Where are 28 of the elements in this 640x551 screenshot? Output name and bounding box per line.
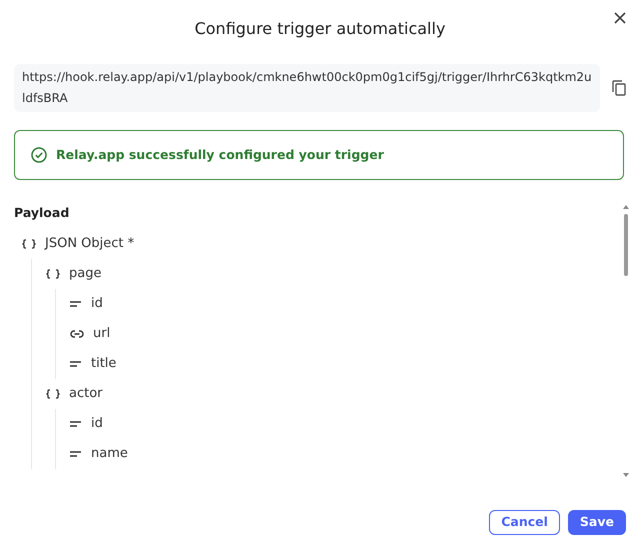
field-label[interactable]: page: [69, 264, 102, 284]
close-icon[interactable]: [612, 10, 628, 26]
field-label[interactable]: id: [91, 414, 103, 434]
field-label[interactable]: title: [91, 354, 116, 374]
field-label[interactable]: url: [93, 324, 110, 344]
field-label[interactable]: JSON Object *: [45, 234, 134, 254]
alert-message: Relay.app successfully configured your trigger: [56, 146, 384, 164]
check-circle-icon: [31, 147, 47, 163]
webhook-url-field: https://hook.relay.app/api/v1/playbook/cmkne6hwt00ck0pm0g1cif5gj/trigger/IhrhrC63kqtkm2uldfsBRA: [14, 64, 600, 112]
text-lines-icon: [70, 300, 82, 307]
text-lines-icon: [70, 360, 82, 367]
braces-icon: [22, 238, 36, 249]
text-lines-icon: [70, 420, 82, 427]
scroll-up-icon[interactable]: [622, 204, 630, 210]
scrollbar-thumb[interactable]: [624, 214, 628, 276]
braces-icon: [46, 268, 60, 279]
scroll-down-icon[interactable]: [622, 472, 630, 478]
field-label[interactable]: name: [91, 444, 128, 464]
dialog-button[interactable]: Save: [568, 510, 626, 535]
dialog-button[interactable]: Cancel: [489, 510, 560, 535]
text-lines-icon: [70, 450, 82, 457]
copy-icon[interactable]: [612, 80, 626, 96]
braces-icon: [46, 388, 60, 399]
field-label[interactable]: actor: [69, 384, 103, 404]
dialog-title: Configure trigger automatically: [194, 18, 446, 40]
field-label[interactable]: id: [91, 294, 103, 314]
link-icon: [70, 330, 84, 338]
payload-label: Payload: [14, 204, 70, 222]
